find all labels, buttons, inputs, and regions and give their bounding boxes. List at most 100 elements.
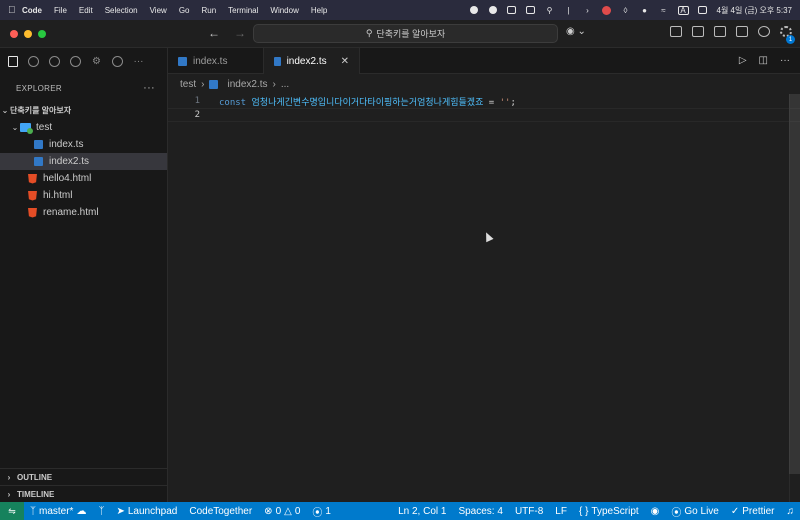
- github-icon[interactable]: [488, 6, 498, 15]
- language-mode[interactable]: { } TypeScript: [573, 506, 645, 517]
- search-icon[interactable]: ⚲: [545, 6, 555, 15]
- status-bar: ⇋ ᛉ master* ☁ ᛉ ➤ Launchpad CodeTogether…: [0, 502, 800, 520]
- typescript-file-icon: [178, 56, 187, 66]
- close-icon[interactable]: ✕: [341, 56, 349, 67]
- ports-status[interactable]: ⦿ 1: [306, 504, 337, 519]
- string-token: '': [499, 97, 511, 108]
- remote-explorer-icon[interactable]: [111, 55, 124, 68]
- minimize-window-button[interactable]: [24, 30, 32, 38]
- go-live-status[interactable]: ⦿ Go Live: [665, 504, 724, 519]
- menubar-clock[interactable]: 4월 4일 (금) 오후 5:37: [717, 5, 793, 16]
- file-label: index2.ts: [49, 156, 90, 167]
- back-arrow-icon[interactable]: ←: [208, 26, 220, 40]
- graph-icon[interactable]: ᛉ: [92, 506, 110, 517]
- apple-icon[interactable]: : [8, 5, 22, 16]
- outline-section[interactable]: › OUTLINE: [0, 468, 168, 485]
- control-center-icon[interactable]: [698, 6, 708, 15]
- breadcrumb-file[interactable]: index2.ts: [227, 79, 267, 90]
- menu-app-name[interactable]: Code: [22, 6, 42, 15]
- braces-icon: { }: [578, 505, 589, 517]
- codetogether-status[interactable]: CodeTogether: [183, 506, 258, 517]
- line-number: 2: [194, 110, 200, 120]
- file-index-ts[interactable]: index.ts: [0, 136, 167, 153]
- explorer-more-icon[interactable]: ···: [143, 82, 155, 94]
- more-views-icon[interactable]: ···: [132, 55, 145, 68]
- code-line[interactable]: 1 const 엄청나게긴변수명입니다이거다타이핑하는거엄청나게힘들겠죠 = '…: [168, 94, 800, 108]
- copilot-menu-icon[interactable]: ◉ ⌄: [566, 26, 586, 37]
- tab-index2-ts[interactable]: index2.ts ✕: [264, 48, 360, 74]
- menu-window[interactable]: Window: [270, 6, 298, 15]
- chevron-right-icon: ›: [7, 472, 11, 482]
- menu-file[interactable]: File: [54, 6, 67, 15]
- errors-count: 0: [275, 505, 282, 517]
- breadcrumb-folder[interactable]: test: [180, 79, 196, 90]
- copilot-status-icon[interactable]: ◉: [645, 506, 666, 517]
- eol-status[interactable]: LF: [549, 506, 573, 517]
- toggle-primary-sidebar-icon[interactable]: [692, 26, 704, 37]
- github-icon[interactable]: [69, 55, 82, 68]
- account-icon[interactable]: [758, 26, 770, 37]
- forward-arrow-icon[interactable]: →: [234, 26, 246, 40]
- source-control-icon[interactable]: [27, 55, 40, 68]
- close-window-button[interactable]: [10, 30, 18, 38]
- toggle-secondary-sidebar-icon[interactable]: [736, 26, 748, 37]
- error-icon: ⊗: [264, 505, 273, 517]
- record-icon[interactable]: [469, 6, 479, 15]
- menu-help[interactable]: Help: [311, 6, 327, 15]
- tab-index-ts[interactable]: index.ts: [168, 48, 264, 74]
- prettier-status[interactable]: ✓ Prettier: [725, 506, 781, 517]
- scrollbar-thumb[interactable]: [789, 94, 800, 474]
- wifi-icon[interactable]: ≈: [659, 6, 669, 15]
- explorer-icon[interactable]: [6, 55, 19, 68]
- toggle-panel-icon[interactable]: [714, 26, 726, 37]
- html-file-icon: [28, 173, 37, 184]
- operator-token: =: [483, 97, 500, 108]
- branch-status[interactable]: ᛉ master* ☁: [24, 506, 92, 517]
- grid-icon[interactable]: [507, 6, 517, 15]
- menu-view[interactable]: View: [150, 6, 167, 15]
- remote-indicator-icon[interactable]: ⇋: [0, 502, 24, 520]
- menu-edit[interactable]: Edit: [79, 6, 93, 15]
- indentation-status[interactable]: Spaces: 4: [452, 506, 508, 517]
- menu-selection[interactable]: Selection: [105, 6, 138, 15]
- menu-go[interactable]: Go: [179, 6, 190, 15]
- cursor-position[interactable]: Ln 2, Col 1: [392, 506, 452, 517]
- warnings-count: 0: [294, 505, 301, 517]
- launchpad-label: Launchpad: [127, 505, 178, 517]
- notifications-bell-icon[interactable]: ♫: [781, 506, 800, 517]
- problems-status[interactable]: ⊗ 0 △ 0: [258, 506, 306, 517]
- layers-icon[interactable]: ◊: [621, 6, 631, 15]
- launchpad-status[interactable]: ➤ Launchpad: [110, 506, 183, 517]
- menu-run[interactable]: Run: [201, 6, 216, 15]
- split-icon[interactable]: [526, 6, 536, 15]
- file-index2-ts[interactable]: index2.ts: [0, 153, 167, 170]
- run-debug-icon[interactable]: [48, 55, 61, 68]
- timeline-section[interactable]: › TIMELINE: [0, 485, 168, 502]
- typescript-file-icon: [209, 79, 219, 89]
- customize-layout-icon[interactable]: [670, 26, 682, 37]
- split-editor-icon[interactable]: ◫: [759, 55, 768, 66]
- shield-icon[interactable]: ●: [640, 6, 650, 15]
- app-status-icon[interactable]: [602, 5, 612, 15]
- nav-arrows: ← →: [208, 26, 246, 40]
- workspace-root[interactable]: ⌄ 단축키를 알아보자: [0, 102, 167, 119]
- more-actions-icon[interactable]: ···: [780, 55, 790, 66]
- input-source-icon[interactable]: A: [677, 5, 689, 15]
- line-number: 1: [194, 96, 200, 106]
- file-hi-html[interactable]: hi.html: [0, 187, 167, 204]
- breadcrumb-symbols[interactable]: ...: [281, 79, 289, 90]
- code-line-current[interactable]: 2: [168, 108, 800, 122]
- folder-test[interactable]: ⌄ test: [0, 119, 167, 136]
- encoding-status[interactable]: UTF-8: [509, 506, 549, 517]
- keyword-token: const: [219, 97, 247, 108]
- maximize-window-button[interactable]: [38, 30, 46, 38]
- run-icon[interactable]: ▷: [739, 55, 747, 66]
- chevron-right-icon[interactable]: ›: [583, 6, 593, 15]
- file-rename-html[interactable]: rename.html: [0, 204, 167, 221]
- menu-terminal[interactable]: Terminal: [228, 6, 258, 15]
- editor-pane[interactable]: test › index2.ts › ... 1 const 엄청나게긴변수명입…: [168, 74, 800, 502]
- extensions-gear-icon[interactable]: ⚙: [90, 55, 103, 68]
- command-center-search[interactable]: ⚲ 단축키를 알아보자: [253, 24, 558, 43]
- broadcast-icon: ⦿: [671, 507, 682, 519]
- file-hello4-html[interactable]: hello4.html: [0, 170, 167, 187]
